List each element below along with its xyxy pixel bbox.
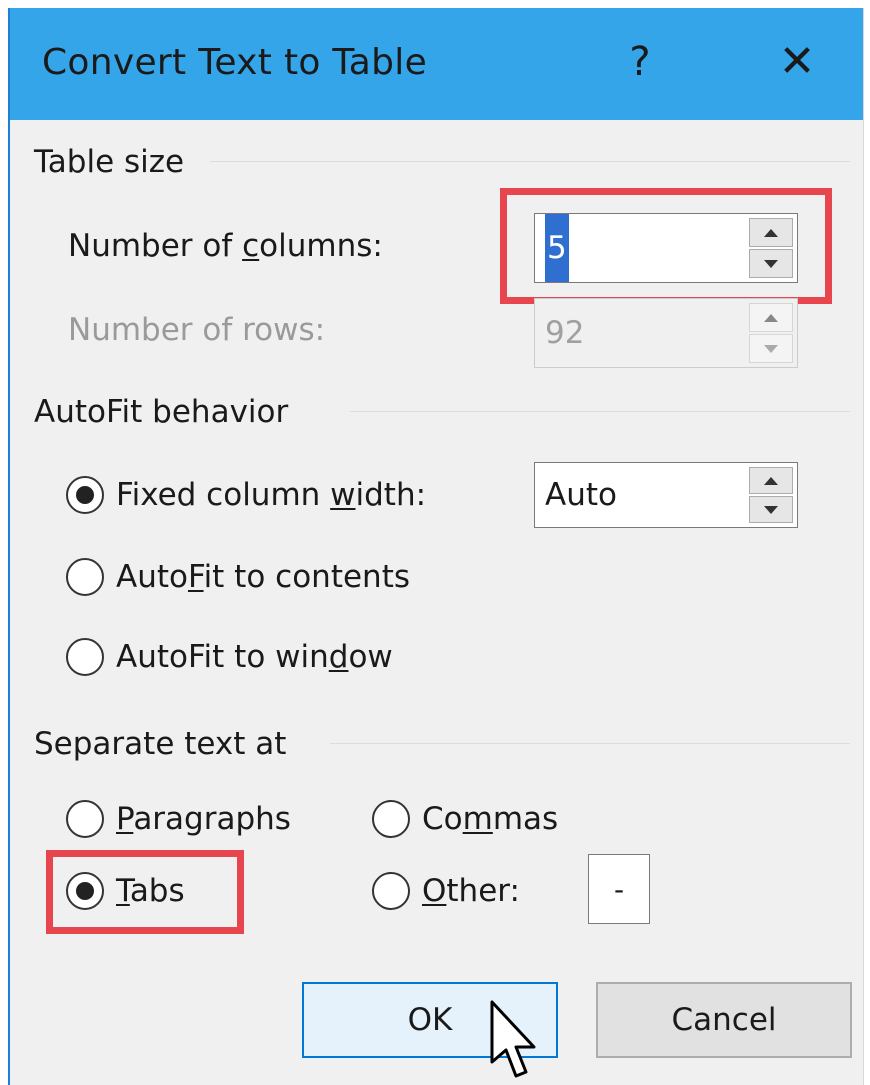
dialog-title: Convert Text to Table bbox=[42, 42, 428, 83]
rows-spin-arrows bbox=[749, 303, 793, 363]
columns-highlight-box bbox=[500, 188, 832, 304]
commas-option[interactable]: Commas bbox=[372, 800, 558, 838]
help-button[interactable]: ? bbox=[610, 32, 670, 92]
rows-value: 92 bbox=[545, 315, 585, 351]
commas-radio[interactable] bbox=[372, 800, 410, 838]
rows-label: Number of rows: bbox=[68, 312, 326, 348]
autofit-to-contents-radio[interactable] bbox=[66, 558, 104, 596]
commas-label: Commas bbox=[422, 801, 559, 837]
fixed-column-width-option[interactable]: Fixed column width: bbox=[66, 476, 426, 514]
convert-text-to-table-dialog: Convert Text to Table ? ✕ Table size Num… bbox=[8, 8, 864, 1085]
fixed-column-width-label: Fixed column width: bbox=[116, 477, 427, 513]
title-bar: Convert Text to Table ? ✕ bbox=[10, 8, 863, 120]
other-radio[interactable] bbox=[372, 872, 410, 910]
table-size-group-label: Table size bbox=[34, 144, 199, 180]
other-separator-input[interactable]: - bbox=[588, 854, 650, 924]
column-width-down-button[interactable] bbox=[749, 496, 793, 523]
column-width-up-button[interactable] bbox=[749, 467, 793, 494]
group-divider bbox=[210, 161, 850, 162]
autofit-group-label: AutoFit behavior bbox=[34, 394, 303, 430]
autofit-to-contents-option[interactable]: AutoFit to contents bbox=[66, 558, 410, 596]
up-arrow-icon bbox=[764, 476, 778, 485]
column-width-spinner[interactable]: Auto bbox=[534, 462, 798, 528]
up-arrow-icon bbox=[764, 313, 778, 322]
autofit-to-window-label: AutoFit to window bbox=[116, 639, 393, 675]
autofit-to-contents-label: AutoFit to contents bbox=[116, 559, 410, 595]
other-option[interactable]: Other: bbox=[372, 872, 520, 910]
rows-down-button bbox=[749, 334, 793, 363]
rows-spinner: 92 bbox=[534, 298, 798, 368]
group-divider bbox=[330, 743, 850, 744]
paragraphs-label: Paragraphs bbox=[116, 801, 291, 837]
down-arrow-icon bbox=[764, 505, 778, 514]
paragraphs-option[interactable]: Paragraphs bbox=[66, 800, 291, 838]
autofit-to-window-radio[interactable] bbox=[66, 638, 104, 676]
column-width-spin-arrows bbox=[749, 467, 793, 523]
rows-up-button bbox=[749, 303, 793, 332]
cancel-button[interactable]: Cancel bbox=[596, 982, 852, 1058]
column-width-value[interactable]: Auto bbox=[545, 463, 617, 527]
autofit-to-window-option[interactable]: AutoFit to window bbox=[66, 638, 393, 676]
mouse-pointer-icon bbox=[490, 1000, 536, 1078]
group-divider bbox=[350, 411, 850, 412]
paragraphs-radio[interactable] bbox=[66, 800, 104, 838]
tabs-highlight-box bbox=[46, 850, 244, 934]
columns-label: Number of columns: bbox=[68, 228, 383, 264]
close-button[interactable]: ✕ bbox=[762, 32, 832, 92]
fixed-column-width-radio[interactable] bbox=[66, 476, 104, 514]
other-label: Other: bbox=[422, 873, 520, 909]
down-arrow-icon bbox=[764, 344, 778, 353]
separate-text-group-label: Separate text at bbox=[34, 726, 301, 762]
